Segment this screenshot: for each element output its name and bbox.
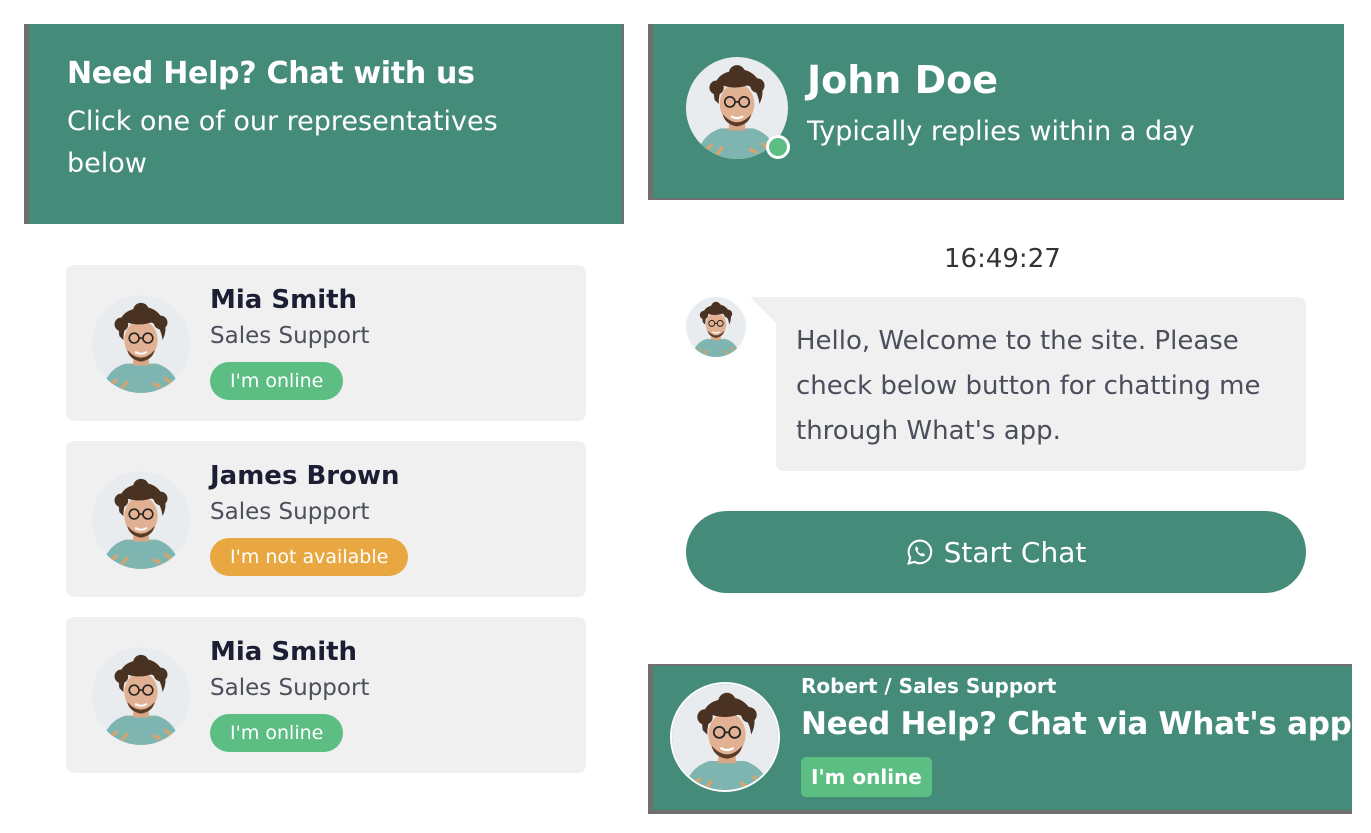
whatsapp-banner-button[interactable]: Robert / Sales Support Need Help? Chat v… bbox=[648, 664, 1352, 814]
avatar bbox=[92, 647, 190, 745]
status-badge: I'm online bbox=[801, 757, 932, 797]
start-chat-label: Start Chat bbox=[943, 535, 1087, 569]
agent-card-2[interactable]: James Brown Sales Support I'm not availa… bbox=[66, 441, 586, 597]
agent-card-3[interactable]: Mia Smith Sales Support I'm online bbox=[66, 617, 586, 773]
bubble-tail bbox=[750, 297, 776, 323]
status-badge: I'm online bbox=[210, 362, 344, 400]
chat-header: John Doe Typically replies within a day bbox=[648, 24, 1344, 200]
status-badge: I'm not available bbox=[210, 538, 409, 576]
banner-title: Need Help? Chat via What's app bbox=[801, 706, 1352, 742]
left-header-title: Need Help? Chat with us bbox=[67, 56, 475, 91]
whatsapp-icon bbox=[906, 539, 932, 565]
message-timestamp: 16:49:27 bbox=[944, 244, 1061, 274]
status-badge: I'm online bbox=[210, 714, 344, 752]
agent-role: Sales Support bbox=[210, 675, 370, 701]
agent-role: Sales Support bbox=[210, 323, 370, 349]
chat-agent-avatar bbox=[686, 57, 790, 159]
banner-agent-line: Robert / Sales Support bbox=[801, 674, 1057, 698]
start-chat-button[interactable]: Start Chat bbox=[686, 511, 1306, 593]
agent-name: Mia Smith bbox=[210, 285, 358, 315]
avatar bbox=[92, 295, 190, 393]
chat-message-bubble: Hello, Welcome to the site. Please check… bbox=[776, 297, 1306, 471]
left-widget-header: Need Help? Chat with us Click one of our… bbox=[24, 24, 624, 224]
chat-agent-name: John Doe bbox=[807, 58, 999, 102]
agent-name: James Brown bbox=[210, 461, 400, 491]
message-avatar bbox=[686, 297, 746, 357]
left-header-subtitle: Click one of our representatives below bbox=[67, 106, 498, 179]
agent-card-1[interactable]: Mia Smith Sales Support I'm online bbox=[66, 265, 586, 421]
agent-name: Mia Smith bbox=[210, 637, 358, 667]
avatar bbox=[672, 684, 780, 792]
online-status-dot bbox=[766, 135, 790, 159]
avatar bbox=[92, 471, 190, 569]
agent-role: Sales Support bbox=[210, 499, 370, 525]
banner-avatar bbox=[670, 682, 780, 792]
chat-reply-time: Typically replies within a day bbox=[807, 116, 1195, 147]
